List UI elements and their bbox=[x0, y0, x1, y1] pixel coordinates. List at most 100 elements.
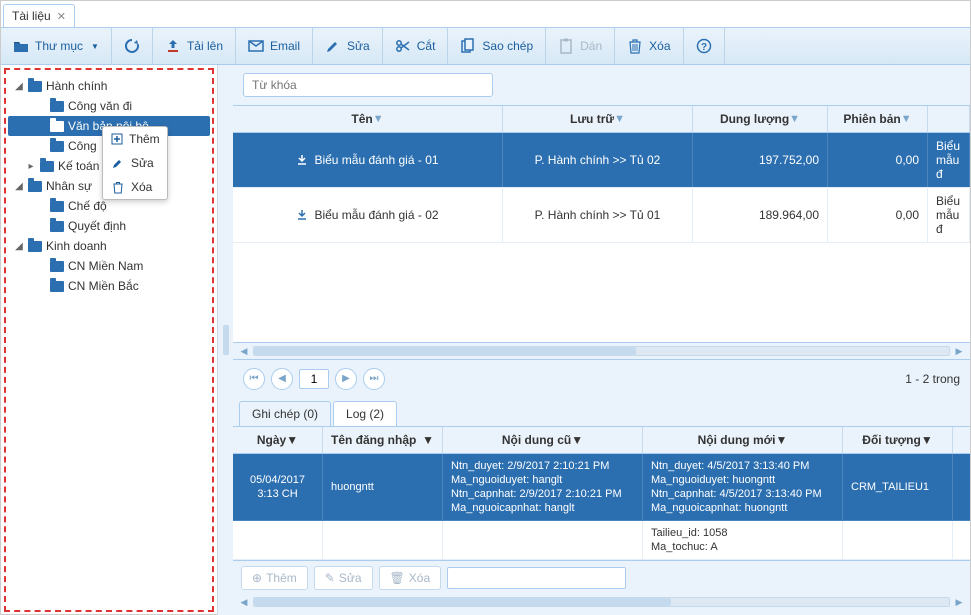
filter-icon[interactable]: ▼ bbox=[373, 113, 384, 125]
log-col-obj[interactable]: Đối tượng▼ bbox=[843, 427, 953, 453]
plus-icon bbox=[111, 132, 123, 146]
upload-button[interactable]: Tải lên bbox=[153, 28, 236, 64]
folder-icon bbox=[50, 201, 64, 212]
search-input[interactable] bbox=[243, 73, 493, 97]
filter-icon[interactable]: ▼ bbox=[901, 113, 912, 125]
splitter-handle[interactable] bbox=[223, 325, 229, 355]
log-add-button[interactable]: ⊕Thêm bbox=[241, 566, 308, 590]
log-col-new[interactable]: Nội dung mới▼ bbox=[643, 427, 843, 453]
search-row bbox=[233, 65, 970, 105]
tree-label: Quyết định bbox=[68, 219, 126, 233]
folder-icon bbox=[50, 281, 64, 292]
scroll-left-icon[interactable]: ◀ bbox=[237, 344, 251, 358]
copy-icon bbox=[460, 38, 476, 54]
copy-button[interactable]: Sao chép bbox=[448, 28, 546, 64]
pager-prev[interactable]: ◀ bbox=[271, 368, 293, 390]
file-store: P. Hành chính >> Tủ 02 bbox=[535, 153, 661, 167]
tab-notes[interactable]: Ghi chép (0) bbox=[239, 401, 331, 426]
log-new: Tailieu_id: 1058 Ma_tochuc: A bbox=[643, 521, 843, 559]
refresh-icon bbox=[124, 38, 140, 54]
col-header-version[interactable]: Phiên bản▼ bbox=[828, 106, 928, 132]
filter-icon[interactable]: ▼ bbox=[614, 113, 625, 125]
col-header-store[interactable]: Lưu trữ▼ bbox=[503, 106, 693, 132]
context-edit[interactable]: Sửa bbox=[103, 151, 167, 175]
pencil-icon bbox=[111, 156, 125, 170]
file-row[interactable]: Biểu mẫu đánh giá - 02 P. Hành chính >> … bbox=[233, 188, 970, 243]
log-delete-button[interactable]: 🗑Xóa bbox=[379, 566, 442, 590]
copy-label: Sao chép bbox=[482, 39, 533, 53]
pager-next[interactable]: ▶ bbox=[335, 368, 357, 390]
pager-last[interactable]: ⏭ bbox=[363, 368, 385, 390]
log-col-date[interactable]: Ngày▼ bbox=[233, 427, 323, 453]
folder-icon bbox=[50, 141, 64, 152]
delete-label: Xóa bbox=[649, 39, 670, 53]
close-icon[interactable]: ✕ bbox=[57, 10, 66, 23]
tree-node-hanhchinh[interactable]: ◢Hành chính bbox=[8, 76, 210, 96]
log-obj bbox=[843, 521, 953, 559]
file-row[interactable]: Biểu mẫu đánh giá - 01 P. Hành chính >> … bbox=[233, 133, 970, 188]
detail-tabs: Ghi chép (0) Log (2) bbox=[233, 397, 970, 427]
filter-icon[interactable]: ▼ bbox=[571, 433, 583, 447]
log-col-user[interactable]: Tên đăng nhập▼ bbox=[323, 427, 443, 453]
log-row[interactable]: 05/04/2017 3:13 CH huongntt Ntn_duyet: 2… bbox=[233, 454, 970, 521]
tab-label: Tài liệu bbox=[12, 9, 51, 23]
file-version: 0,00 bbox=[896, 153, 919, 167]
filter-icon[interactable]: ▼ bbox=[422, 433, 434, 447]
folder-icon bbox=[28, 81, 42, 92]
col-header-name[interactable]: Tên▼ bbox=[233, 106, 503, 132]
paste-button[interactable]: Dán bbox=[546, 28, 615, 64]
tree-node-kinhdoanh[interactable]: ◢Kinh doanh bbox=[8, 236, 210, 256]
filter-icon[interactable]: ▼ bbox=[286, 433, 298, 447]
log-filter-input[interactable] bbox=[447, 567, 626, 589]
cut-button[interactable]: Cắt bbox=[383, 28, 449, 64]
scroll-right-icon[interactable]: ▶ bbox=[952, 595, 966, 609]
tree-node-cnmn[interactable]: ▸CN Miền Nam bbox=[8, 256, 210, 276]
folder-icon bbox=[28, 181, 42, 192]
download-icon[interactable] bbox=[296, 154, 308, 166]
context-add[interactable]: Thêm bbox=[103, 127, 167, 151]
filter-icon[interactable]: ▼ bbox=[921, 433, 933, 447]
log-user bbox=[323, 521, 443, 559]
folder-icon bbox=[28, 241, 42, 252]
email-button[interactable]: Email bbox=[236, 28, 313, 64]
file-desc: Biểu mẫu đ bbox=[936, 139, 961, 181]
grid-hscroll[interactable]: ◀▶ bbox=[233, 343, 970, 359]
log-row[interactable]: Tailieu_id: 1058 Ma_tochuc: A bbox=[233, 521, 970, 560]
col-header-desc[interactable] bbox=[928, 106, 970, 132]
refresh-button[interactable] bbox=[112, 28, 153, 64]
tree-node-cnmb[interactable]: ▸CN Miền Bắc bbox=[8, 276, 210, 296]
scroll-left-icon[interactable]: ◀ bbox=[237, 595, 251, 609]
pager-page-input[interactable] bbox=[299, 369, 329, 389]
pager-first[interactable]: ⏮ bbox=[243, 368, 265, 390]
file-version: 0,00 bbox=[896, 208, 919, 222]
file-name: Biểu mẫu đánh giá - 02 bbox=[314, 208, 438, 222]
ctx-label: Sửa bbox=[131, 156, 154, 170]
help-button[interactable]: ? bbox=[684, 28, 725, 64]
col-header-size[interactable]: Dung lượng▼ bbox=[693, 106, 828, 132]
log-col-old[interactable]: Nội dung cũ▼ bbox=[443, 427, 643, 453]
tree-label: Kinh doanh bbox=[46, 239, 107, 253]
log-hscroll[interactable]: ◀▶ bbox=[233, 594, 970, 610]
scroll-right-icon[interactable]: ▶ bbox=[952, 344, 966, 358]
filter-icon[interactable]: ▼ bbox=[789, 113, 800, 125]
tab-documents[interactable]: Tài liệu ✕ bbox=[3, 4, 75, 27]
folder-icon bbox=[40, 161, 54, 172]
tree-label: Kế toán bbox=[58, 159, 99, 173]
trash-icon bbox=[111, 180, 125, 194]
context-delete[interactable]: Xóa bbox=[103, 175, 167, 199]
delete-button[interactable]: Xóa bbox=[615, 28, 683, 64]
content-pane: Tên▼ Lưu trữ▼ Dung lượng▼ Phiên bản▼ Biể… bbox=[233, 65, 970, 615]
edit-button[interactable]: Sửa bbox=[313, 28, 383, 64]
download-icon[interactable] bbox=[296, 209, 308, 221]
log-obj: CRM_TAILIEU1 bbox=[843, 454, 953, 520]
trash-icon: 🗑 bbox=[390, 571, 405, 585]
log-edit-button[interactable]: ✎Sửa bbox=[314, 566, 373, 590]
tree-node-congvandi[interactable]: ▸Công văn đi bbox=[8, 96, 210, 116]
file-store: P. Hành chính >> Tủ 01 bbox=[535, 208, 661, 222]
main-toolbar: Thư mục ▼ Tải lên Email Sửa Cắt Sao ch bbox=[1, 27, 970, 65]
folder-dropdown-button[interactable]: Thư mục ▼ bbox=[1, 28, 112, 64]
tab-log[interactable]: Log (2) bbox=[333, 401, 397, 426]
tree-node-quyetdinh[interactable]: ▸Quyết định bbox=[8, 216, 210, 236]
splitter[interactable] bbox=[217, 65, 233, 615]
filter-icon[interactable]: ▼ bbox=[775, 433, 787, 447]
